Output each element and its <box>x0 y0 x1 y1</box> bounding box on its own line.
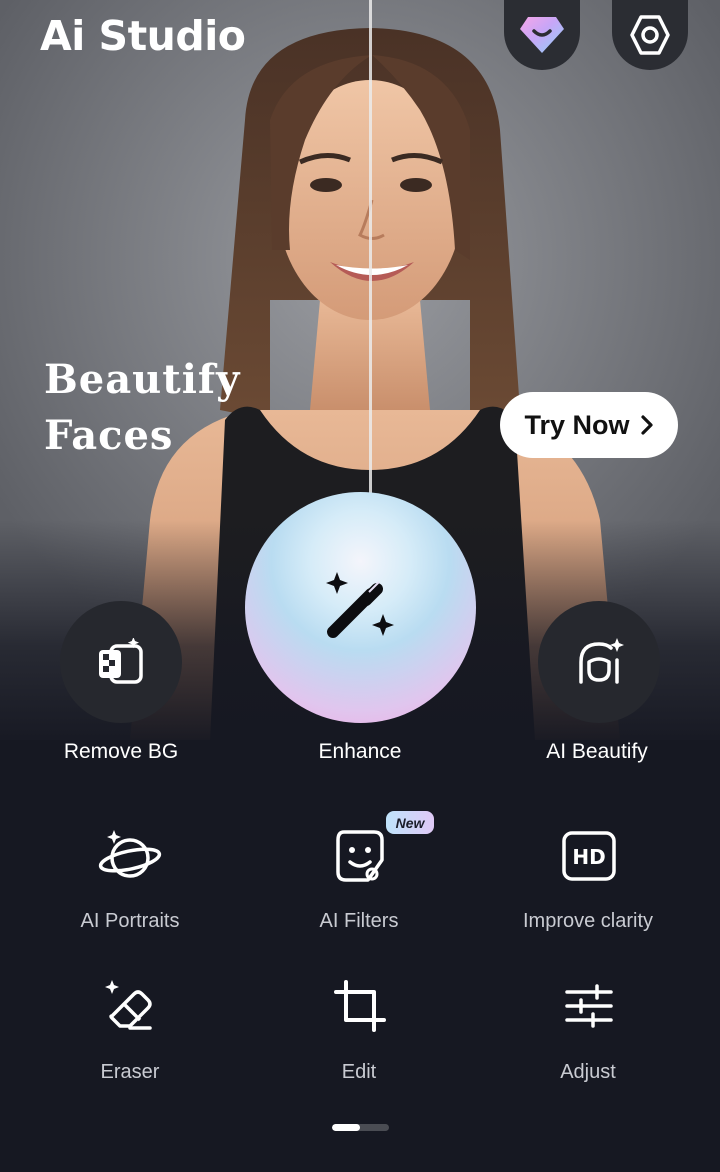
edit-button[interactable] <box>328 974 392 1038</box>
page-indicator-active <box>332 1124 360 1131</box>
try-now-button[interactable]: Try Now <box>500 392 678 458</box>
adjust-label: Adjust <box>560 1061 616 1083</box>
hd-icon: HD <box>562 831 616 881</box>
eraser-label: Eraser <box>100 1061 160 1083</box>
enhance-label: Enhance <box>318 740 402 763</box>
edit-label: Edit <box>341 1061 377 1083</box>
ai-beautify-button[interactable] <box>538 601 660 723</box>
remove-bg-icon <box>99 638 143 684</box>
page-indicator[interactable] <box>332 1124 389 1131</box>
remove-bg-label: Remove BG <box>63 740 179 763</box>
chevron-right-icon <box>640 415 653 435</box>
eraser-icon <box>105 980 152 1030</box>
ai-filters-button[interactable] <box>328 824 392 888</box>
app-logo: Ai Studio <box>40 12 246 60</box>
ai-portraits-button[interactable] <box>98 824 162 888</box>
eraser-button[interactable] <box>98 974 162 1038</box>
headline-line-1: Beautify <box>44 356 241 403</box>
ai-beautify-label: AI Beautify <box>546 740 648 763</box>
planet-icon <box>98 830 162 878</box>
before-after-divider[interactable] <box>369 0 372 495</box>
ai-filters-label: AI Filters <box>319 910 399 932</box>
sticker-face-icon <box>336 830 384 882</box>
try-now-label: Try Now <box>524 409 630 440</box>
improve-clarity-label: Improve clarity <box>522 910 654 932</box>
svg-text:HD: HD <box>572 845 605 869</box>
gem-icon <box>520 17 564 53</box>
face-sparkle-icon <box>579 638 624 684</box>
crop-icon <box>334 980 386 1032</box>
magic-wand-icon <box>325 571 394 638</box>
hexagon-gear-icon <box>630 15 670 55</box>
adjust-button[interactable] <box>557 974 621 1038</box>
headline-line-2: Faces <box>44 412 174 459</box>
enhance-button[interactable] <box>245 492 476 723</box>
new-badge: New <box>386 811 434 834</box>
improve-clarity-button[interactable]: HD <box>557 824 621 888</box>
sliders-icon <box>565 984 613 1028</box>
ai-portraits-label: AI Portraits <box>80 910 180 932</box>
remove-bg-button[interactable] <box>60 601 182 723</box>
hero-headline: Beautify Faces <box>44 352 240 464</box>
